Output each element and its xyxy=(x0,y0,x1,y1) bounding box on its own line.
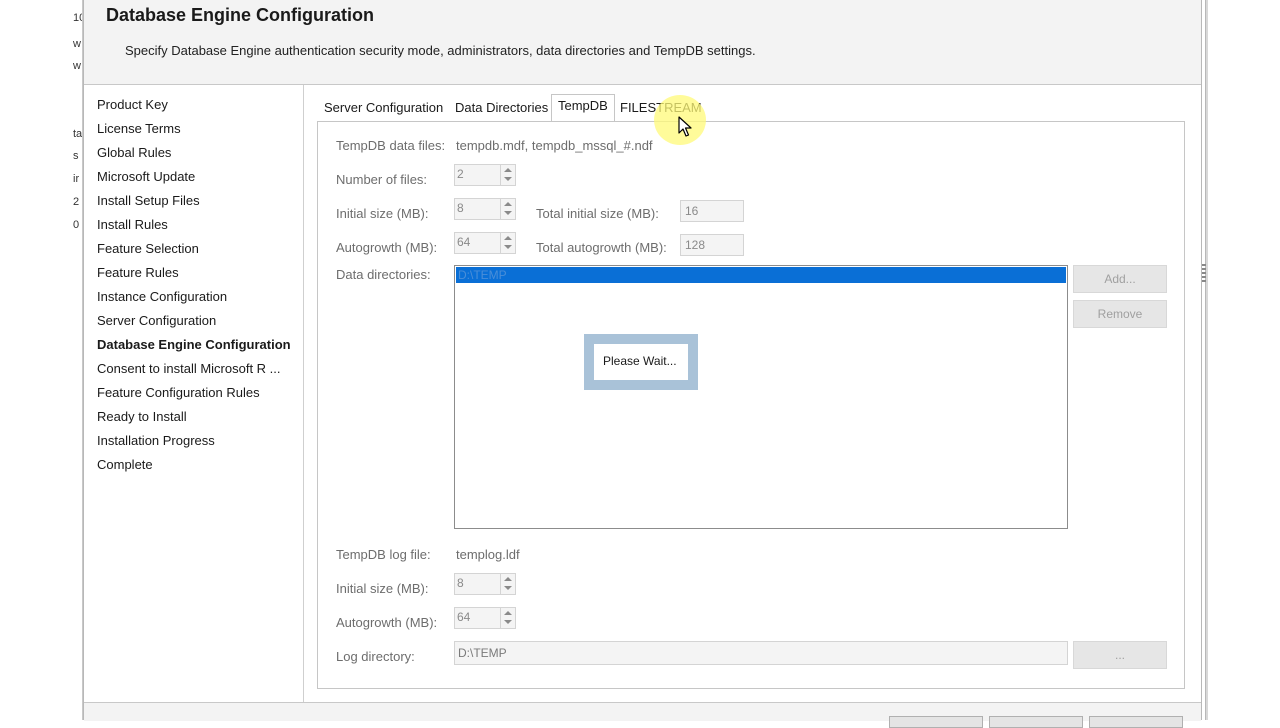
nav-item-global-rules[interactable]: Global Rules xyxy=(97,145,171,160)
tempdb-data-files-label: TempDB data files: xyxy=(336,138,446,153)
number-of-files-value: 2 xyxy=(457,167,464,181)
nav-item-install-rules[interactable]: Install Rules xyxy=(97,217,168,232)
nav-item-product-key[interactable]: Product Key xyxy=(97,97,168,112)
tempdb-log-file-value: templog.ldf xyxy=(456,547,520,562)
tempdb-log-file-label: TempDB log file: xyxy=(336,547,431,562)
nav-item-consent-microsoft-r[interactable]: Consent to install Microsoft R ... xyxy=(97,361,281,376)
autogrowth-label: Autogrowth (MB): xyxy=(336,240,438,255)
log-initial-size-stepper[interactable]: 8 xyxy=(454,573,516,595)
nav-item-license-terms[interactable]: License Terms xyxy=(97,121,181,136)
content-area: Server Configuration Data Directories Te… xyxy=(304,85,1200,702)
chevron-up-icon[interactable] xyxy=(504,236,512,240)
stepper-buttons[interactable] xyxy=(500,574,515,594)
number-of-files-stepper[interactable]: 2 xyxy=(454,164,516,186)
window-edge xyxy=(1206,0,1208,720)
background-window-right xyxy=(1200,0,1280,720)
nav-item-install-setup-files[interactable]: Install Setup Files xyxy=(97,193,200,208)
total-autogrowth-field: 128 xyxy=(680,234,744,256)
total-initial-size-value: 16 xyxy=(685,204,699,218)
setup-steps-nav: Product Key License Terms Global Rules M… xyxy=(84,85,304,702)
tab-data-directories[interactable]: Data Directories xyxy=(449,97,554,120)
dialog-footer xyxy=(84,702,1201,728)
tab-server-configuration[interactable]: Server Configuration xyxy=(318,97,449,120)
chevron-down-icon[interactable] xyxy=(504,211,512,215)
nav-item-feature-configuration-rules[interactable]: Feature Configuration Rules xyxy=(97,385,260,400)
chevron-up-icon[interactable] xyxy=(504,168,512,172)
initial-size-label: Initial size (MB): xyxy=(336,206,429,221)
remove-directory-button[interactable]: Remove xyxy=(1073,300,1167,328)
total-autogrowth-value: 128 xyxy=(685,238,706,252)
nav-item-microsoft-update[interactable]: Microsoft Update xyxy=(97,169,195,184)
nav-item-database-engine-configuration[interactable]: Database Engine Configuration xyxy=(97,337,291,352)
background-text-fragment: s xyxy=(73,150,79,162)
please-wait-text: Please Wait... xyxy=(603,354,677,368)
background-text-fragment: w xyxy=(73,38,81,50)
background-text-fragment: 10 xyxy=(73,12,82,24)
stepper-buttons[interactable] xyxy=(500,199,515,219)
background-text-fragment: 2 xyxy=(73,196,80,208)
log-directory-value: D:\TEMP xyxy=(458,646,507,660)
data-directories-label: Data directories: xyxy=(336,267,431,282)
nav-item-complete[interactable]: Complete xyxy=(97,457,153,472)
log-initial-size-value: 8 xyxy=(457,576,464,590)
total-initial-size-field: 16 xyxy=(680,200,744,222)
initial-size-stepper[interactable]: 8 xyxy=(454,198,516,220)
back-button[interactable] xyxy=(889,716,983,728)
stepper-buttons[interactable] xyxy=(500,165,515,185)
chevron-down-icon[interactable] xyxy=(504,245,512,249)
next-button[interactable] xyxy=(989,716,1083,728)
background-text-fragment: w xyxy=(73,60,81,72)
chevron-up-icon[interactable] xyxy=(504,611,512,615)
nav-item-server-configuration[interactable]: Server Configuration xyxy=(97,313,216,328)
background-window-left: 10 w w ta s ir 2 0 xyxy=(0,0,83,720)
nav-item-feature-rules[interactable]: Feature Rules xyxy=(97,265,179,280)
nav-item-feature-selection[interactable]: Feature Selection xyxy=(97,241,199,256)
log-autogrowth-label: Autogrowth (MB): xyxy=(336,615,438,630)
log-initial-size-label: Initial size (MB): xyxy=(336,581,429,596)
chevron-down-icon[interactable] xyxy=(504,620,512,624)
tab-tempdb[interactable]: TempDB xyxy=(551,94,615,121)
background-text-fragment: ir xyxy=(73,173,80,185)
list-item[interactable]: D:\TEMP xyxy=(456,267,1066,283)
page-title: Database Engine Configuration xyxy=(106,5,375,25)
initial-size-value: 8 xyxy=(457,201,464,215)
cancel-button[interactable] xyxy=(1089,716,1183,728)
nav-item-installation-progress[interactable]: Installation Progress xyxy=(97,433,215,448)
stepper-buttons[interactable] xyxy=(500,233,515,253)
log-directory-label: Log directory: xyxy=(336,649,415,664)
list-item-text: D:\TEMP xyxy=(458,268,507,282)
autogrowth-stepper[interactable]: 64 xyxy=(454,232,516,254)
chevron-down-icon[interactable] xyxy=(504,586,512,590)
chevron-up-icon[interactable] xyxy=(504,202,512,206)
setup-dialog: Database Engine Configuration Specify Da… xyxy=(83,0,1202,728)
background-text-fragment: 0 xyxy=(73,219,80,231)
tempdb-data-files-value: tempdb.mdf, tempdb_mssql_#.ndf xyxy=(456,138,653,153)
dialog-header: Database Engine Configuration Specify Da… xyxy=(84,0,1201,85)
autogrowth-value: 64 xyxy=(457,235,471,249)
total-initial-size-label: Total initial size (MB): xyxy=(536,206,659,221)
page-subtitle: Specify Database Engine authentication s… xyxy=(125,43,756,58)
total-autogrowth-label: Total autogrowth (MB): xyxy=(536,240,667,255)
chevron-down-icon[interactable] xyxy=(504,177,512,181)
number-of-files-label: Number of files: xyxy=(336,172,428,187)
add-directory-button[interactable]: Add... xyxy=(1073,265,1167,293)
mouse-pointer-icon xyxy=(678,116,692,137)
browse-log-directory-button[interactable]: ... xyxy=(1073,641,1167,669)
background-text-fragment: ta xyxy=(73,128,83,140)
please-wait-inner: Please Wait... xyxy=(594,344,688,380)
please-wait-popup: Please Wait... xyxy=(584,334,698,390)
chevron-up-icon[interactable] xyxy=(504,577,512,581)
log-directory-field[interactable]: D:\TEMP xyxy=(454,641,1068,665)
log-autogrowth-stepper[interactable]: 64 xyxy=(454,607,516,629)
log-autogrowth-value: 64 xyxy=(457,610,471,624)
data-directories-list[interactable]: D:\TEMP Please Wait... xyxy=(454,265,1068,529)
nav-item-ready-to-install[interactable]: Ready to Install xyxy=(97,409,187,424)
tempdb-panel: TempDB data files: tempdb.mdf, tempdb_ms… xyxy=(317,121,1185,689)
nav-item-instance-configuration[interactable]: Instance Configuration xyxy=(97,289,227,304)
stepper-buttons[interactable] xyxy=(500,608,515,628)
